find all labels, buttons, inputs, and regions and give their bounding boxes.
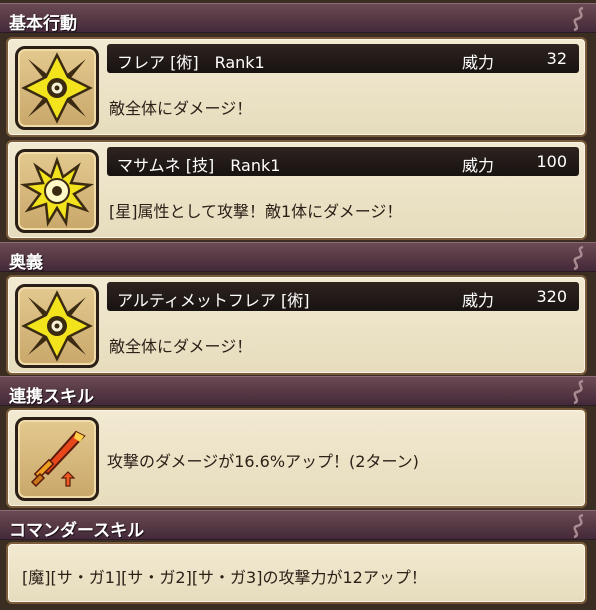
power-value: 100 xyxy=(536,152,567,171)
ultimate-title-bar: アルティメットフレア [術] 威力 320 xyxy=(107,282,579,311)
power-label: 威力 xyxy=(462,156,495,175)
commander-skill-card[interactable]: [魔][サ・ガ1][サ・ガ2][サ・ガ3]の攻撃力が12アップ！ xyxy=(6,542,587,604)
skill-panel: 基本行動 フレア [術] Rank1 威力 32 敵全体にダメージ！ マサムネ … xyxy=(0,0,596,610)
ultimate-card[interactable]: アルティメットフレア [術] 威力 320 敵全体にダメージ！ xyxy=(6,275,587,375)
power-value: 320 xyxy=(536,287,567,306)
action-name: フレア [術] Rank1 xyxy=(117,53,265,72)
action-title-bar: マサムネ [技] Rank1 威力 100 xyxy=(107,147,579,176)
action-title-bar: フレア [術] Rank1 威力 32 xyxy=(107,44,579,73)
flame-sword-icon xyxy=(15,417,99,501)
power-label: 威力 xyxy=(462,53,495,72)
renkei-skill-card[interactable]: 攻撃のダメージが16.6%アップ！(2ターン) xyxy=(6,408,587,508)
action-name: マサムネ [技] Rank1 xyxy=(117,156,281,175)
action-description: 敵全体にダメージ！ xyxy=(109,99,253,118)
section-header-basic: 基本行動 xyxy=(0,3,596,34)
section-title-ougi: 奥義 xyxy=(9,253,43,273)
scroll-ornament-icon xyxy=(573,513,584,539)
section-title-renkei: 連携スキル xyxy=(9,387,94,407)
ultimate-name: アルティメットフレア [術] xyxy=(117,291,310,310)
section-title-basic: 基本行動 xyxy=(9,14,77,34)
scroll-ornament-icon xyxy=(573,379,584,405)
action-card-masamune[interactable]: マサムネ [技] Rank1 威力 100 [星]属性として攻撃！敵1体にダメー… xyxy=(6,140,587,240)
section-header-renkei: 連携スキル xyxy=(0,376,596,407)
section-title-commander: コマンダースキル xyxy=(9,521,145,541)
shuriken-icon xyxy=(15,46,99,130)
section-header-ougi: 奥義 xyxy=(0,242,596,273)
scroll-ornament-icon xyxy=(573,245,584,271)
power-label: 威力 xyxy=(462,291,495,310)
scroll-ornament-icon xyxy=(573,6,584,32)
ultimate-description: 敵全体にダメージ！ xyxy=(109,337,253,356)
section-header-commander: コマンダースキル xyxy=(0,510,596,541)
action-card-flare[interactable]: フレア [術] Rank1 威力 32 敵全体にダメージ！ xyxy=(6,37,587,137)
action-description: [星]属性として攻撃！敵1体にダメージ！ xyxy=(109,202,403,221)
commander-skill-description: [魔][サ・ガ1][サ・ガ2][サ・ガ3]の攻撃力が12アップ！ xyxy=(22,568,427,587)
renkei-skill-description: 攻撃のダメージが16.6%アップ！(2ターン) xyxy=(107,452,419,471)
shuriken-icon xyxy=(15,284,99,368)
star-burst-icon xyxy=(15,149,99,233)
power-value: 32 xyxy=(546,49,567,68)
